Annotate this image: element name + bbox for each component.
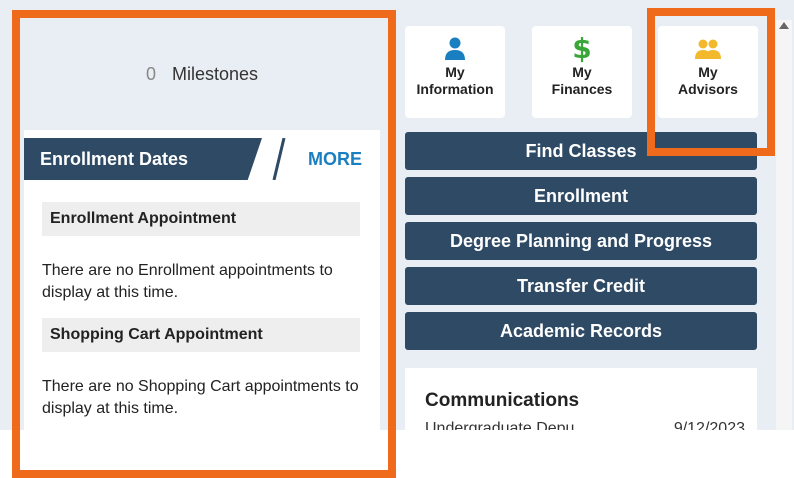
highlight-box-left-column [12, 10, 396, 478]
academic-records-button[interactable]: Academic Records [405, 312, 757, 350]
my-information-tile[interactable]: My Information [405, 26, 505, 118]
scroll-up-arrow-icon[interactable] [779, 22, 789, 29]
scrollbar[interactable] [776, 20, 792, 430]
tile-label-line2: Information [416, 81, 494, 97]
communications-title: Communications [425, 390, 580, 411]
person-icon [405, 34, 505, 64]
dollar-icon: $ [572, 32, 592, 65]
tile-label-line1: My [445, 64, 465, 80]
communication-item[interactable]: Undergraduate Depu... 9/12/2023 [425, 420, 745, 430]
communications-card: Communications Undergraduate Depu... 9/1… [405, 368, 757, 430]
degree-planning-button[interactable]: Degree Planning and Progress [405, 222, 757, 260]
highlight-box-advisors [647, 8, 775, 156]
transfer-credit-button[interactable]: Transfer Credit [405, 267, 757, 305]
enrollment-button[interactable]: Enrollment [405, 177, 757, 215]
communication-date: 9/12/2023 [673, 420, 745, 430]
my-finances-tile[interactable]: $ My Finances [532, 26, 632, 118]
tile-label-line1: My [572, 64, 592, 80]
tile-label-line2: Finances [551, 81, 613, 97]
communication-subject: Undergraduate Depu... [425, 420, 588, 430]
